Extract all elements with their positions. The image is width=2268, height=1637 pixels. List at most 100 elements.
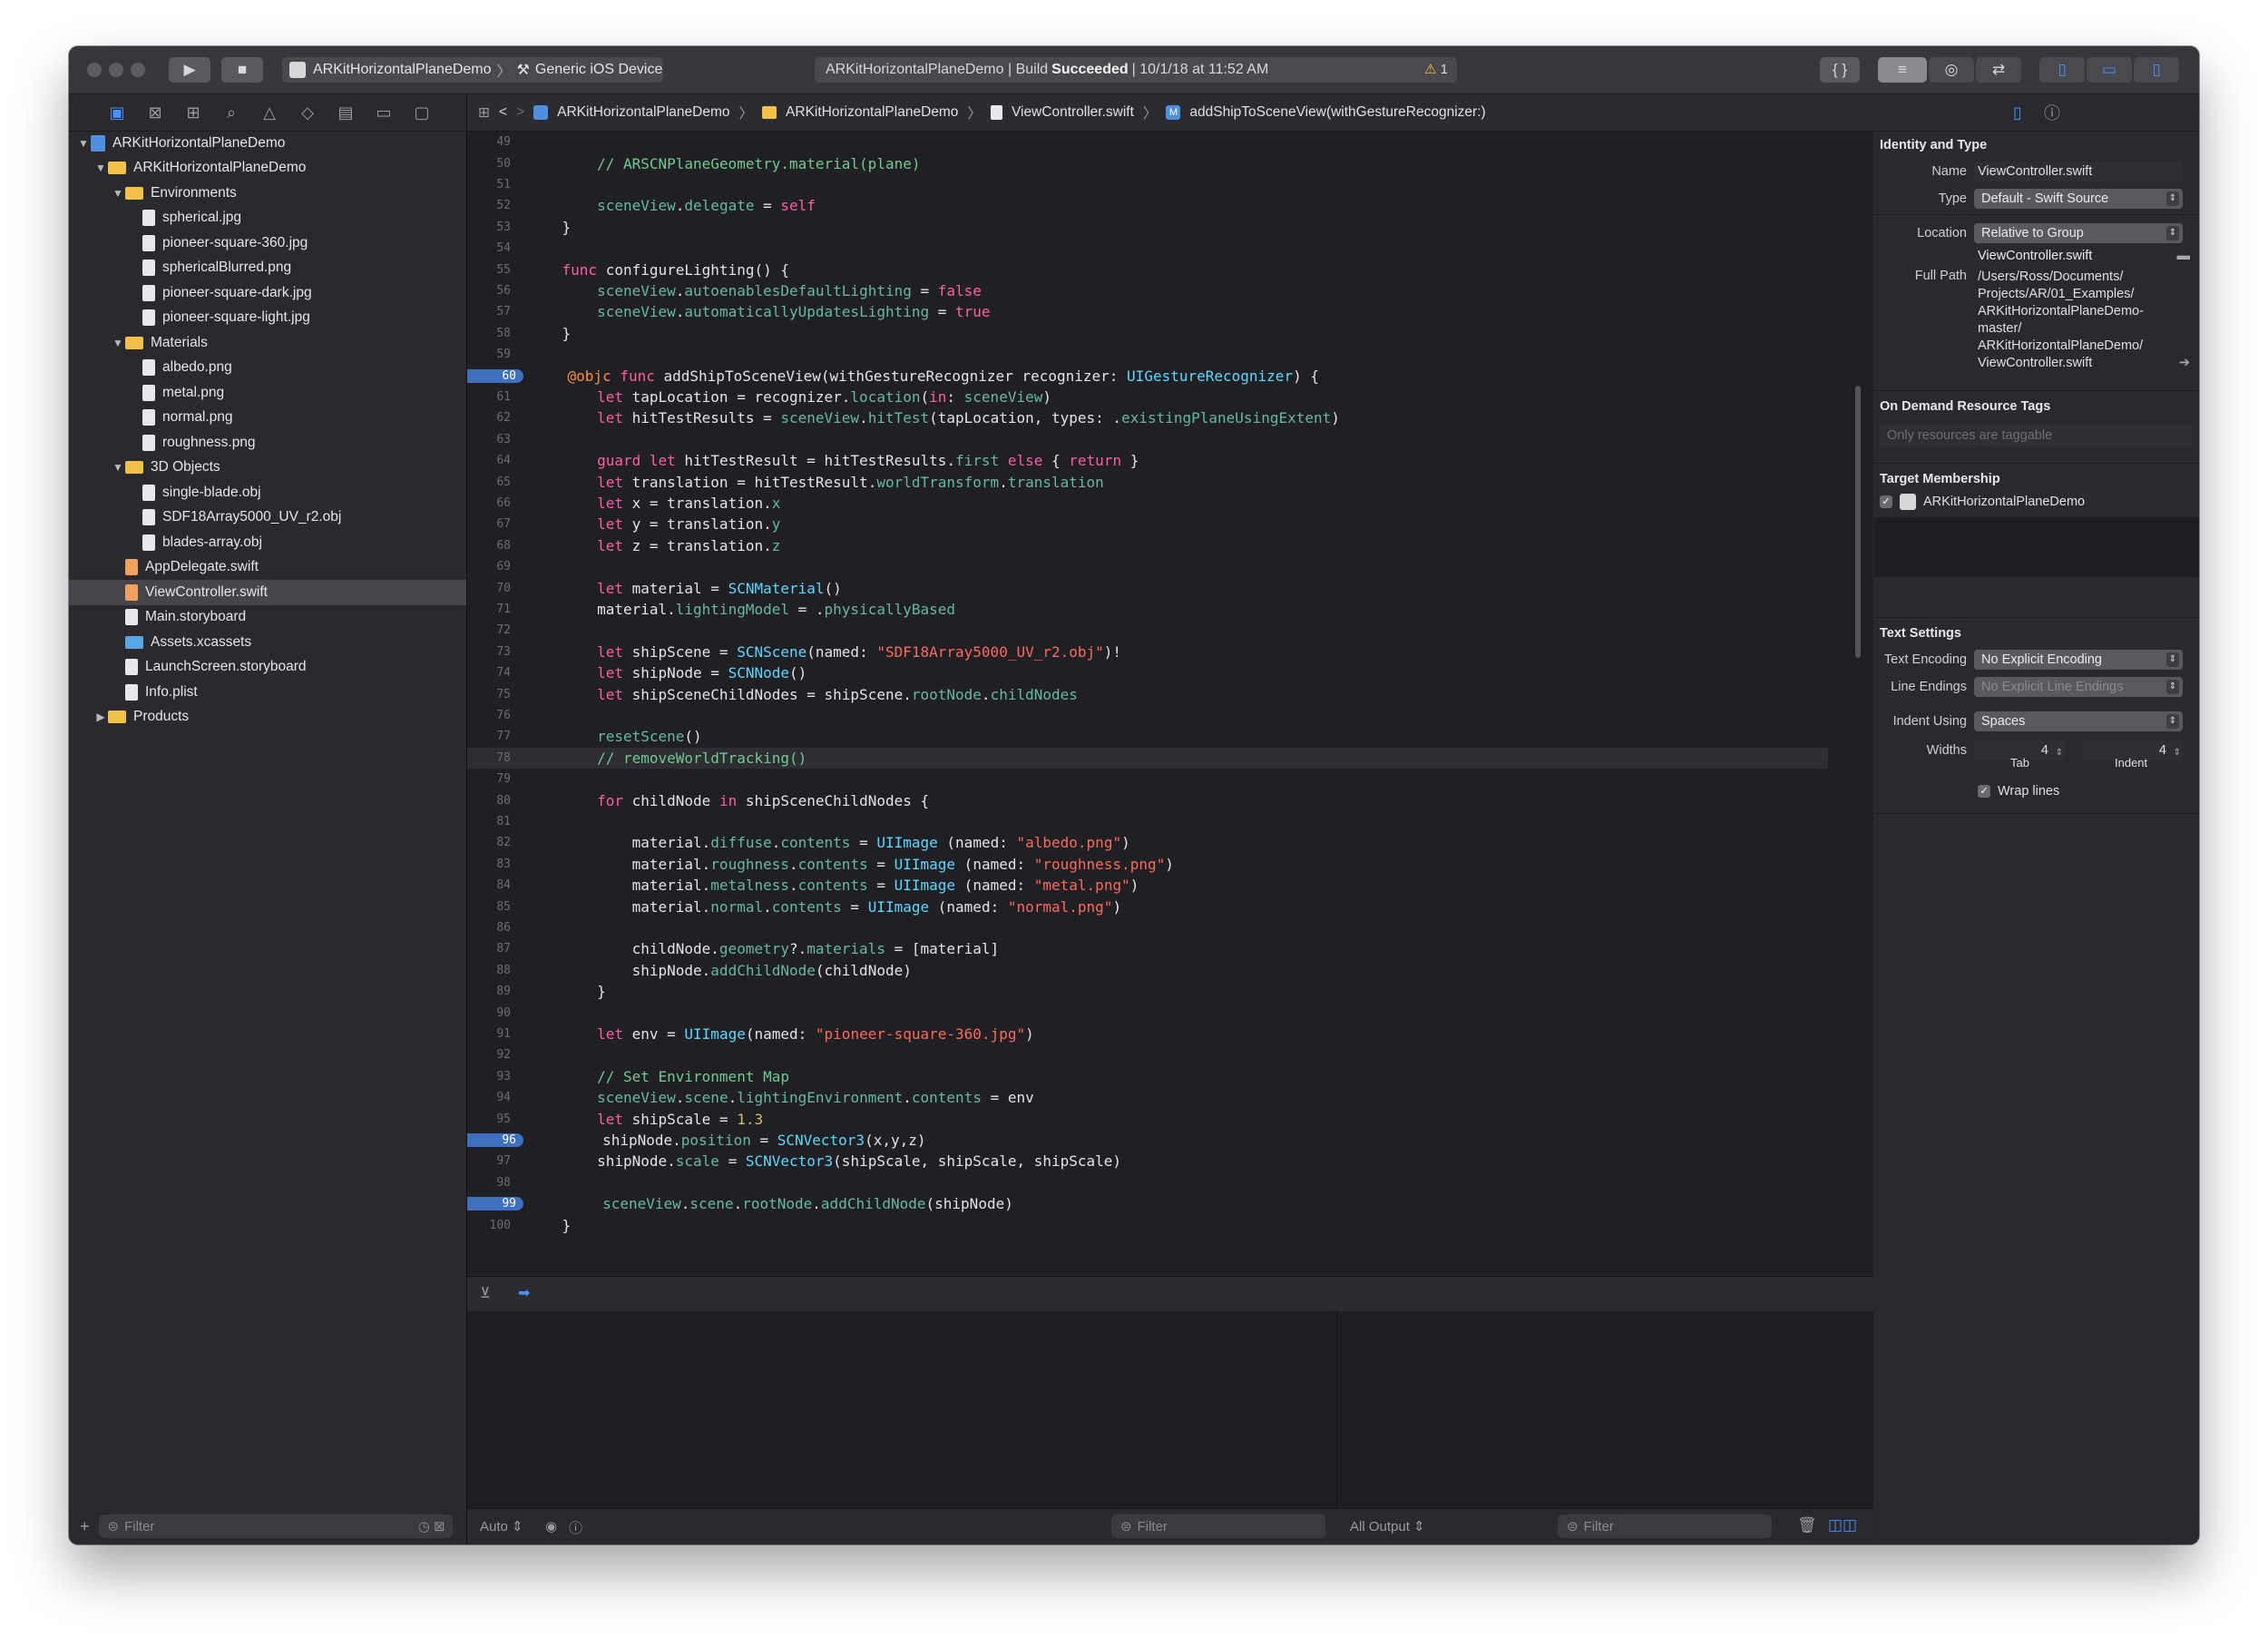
target-checkbox[interactable]: ✓ — [1880, 495, 1892, 508]
disclosure-open-icon[interactable]: ▼ — [76, 137, 91, 150]
jumpbar-group[interactable]: ARKitHorizontalPlaneDemo — [786, 104, 958, 121]
navigator-file-item[interactable]: blades-array.obj — [69, 530, 466, 555]
code-line[interactable]: 53 } — [467, 217, 1828, 238]
line-number[interactable]: 61 — [467, 390, 518, 404]
code-line[interactable]: 89 } — [467, 981, 1828, 1002]
test-icon[interactable]: ◇ — [296, 103, 319, 123]
odr-tags-field[interactable]: Only resources are taggable — [1880, 425, 2192, 446]
line-number[interactable]: 51 — [467, 178, 518, 191]
vertical-scrollbar[interactable] — [1855, 386, 1861, 658]
code-line[interactable]: 84 material.metalness.contents = UIImage… — [467, 875, 1828, 896]
hide-debug-icon[interactable]: ⊻ — [480, 1284, 491, 1302]
info-icon[interactable]: ⓘ — [569, 1518, 582, 1537]
code-line[interactable]: 78 // removeWorldTracking() — [467, 747, 1828, 769]
forward-icon[interactable]: > — [516, 104, 524, 121]
navigator-file-item[interactable]: ViewController.swift — [69, 580, 466, 605]
code-line[interactable]: 94 sceneView.scene.lightingEnvironment.c… — [467, 1087, 1828, 1108]
zoom-window-button[interactable] — [131, 63, 145, 77]
line-number[interactable]: 84 — [467, 878, 518, 892]
line-number[interactable]: 87 — [467, 942, 518, 956]
breakpoints-toggle-icon[interactable]: ➡ — [518, 1284, 530, 1302]
line-number[interactable]: 68 — [467, 539, 518, 553]
back-icon[interactable]: < — [499, 104, 507, 121]
disclosure-open-icon[interactable]: ▼ — [111, 461, 125, 474]
code-line[interactable]: 88 shipNode.addChildNode(childNode) — [467, 960, 1828, 981]
code-line[interactable]: 67 let y = translation.y — [467, 514, 1828, 534]
line-number[interactable]: 70 — [467, 582, 518, 595]
line-number[interactable]: 67 — [467, 517, 518, 531]
symbol-icon[interactable]: ⊞ — [181, 103, 205, 123]
navigator-file-item[interactable]: SDF18Array5000_UV_r2.obj — [69, 505, 466, 531]
code-line[interactable]: 66 let x = translation.x — [467, 493, 1828, 514]
navigator-group-item[interactable]: Assets.xcassets — [69, 630, 466, 655]
file-inspector-icon[interactable]: ▯ — [2013, 103, 2022, 123]
breakpoint-marker[interactable]: 60 — [467, 368, 523, 383]
breakpoint-marker[interactable]: 96 — [467, 1132, 523, 1147]
line-number[interactable]: 91 — [467, 1027, 518, 1041]
code-line[interactable]: 86 — [467, 917, 1828, 938]
code-line[interactable]: 58 } — [467, 323, 1828, 344]
navigator-file-item[interactable]: albedo.png — [69, 356, 466, 381]
line-number[interactable]: 86 — [467, 921, 518, 935]
navigator-file-item[interactable]: roughness.png — [69, 430, 466, 456]
line-number[interactable]: 72 — [467, 623, 518, 637]
line-number[interactable]: 75 — [467, 688, 518, 701]
code-line[interactable]: 92 — [467, 1044, 1828, 1065]
minimize-window-button[interactable] — [109, 63, 123, 77]
line-number[interactable]: 54 — [467, 241, 518, 255]
location-popup[interactable]: Relative to Group ⇕ — [1974, 223, 2183, 243]
line-number[interactable]: 80 — [467, 794, 518, 808]
close-window-button[interactable] — [87, 63, 102, 77]
code-line[interactable]: 90 — [467, 1002, 1828, 1023]
version-editor-button[interactable]: ⇄ — [1976, 57, 2021, 83]
line-number[interactable]: 79 — [467, 772, 518, 786]
line-number[interactable]: 52 — [467, 199, 518, 212]
encoding-popup[interactable]: No Explicit Encoding ⇕ — [1974, 650, 2183, 670]
folder-icon[interactable]: ▣ — [105, 103, 129, 123]
line-number[interactable]: 69 — [467, 560, 518, 573]
line-number[interactable]: 93 — [467, 1070, 518, 1083]
reveal-arrow-icon[interactable]: ➔ — [2179, 356, 2190, 370]
output-selector[interactable]: All Output ⇕ — [1350, 1518, 1425, 1534]
navigator-file-item[interactable]: LaunchScreen.storyboard — [69, 655, 466, 681]
add-icon[interactable]: + — [80, 1517, 90, 1536]
library-button[interactable]: { } — [1820, 57, 1860, 83]
code-line[interactable]: 56 sceneView.autoenablesDefaultLighting … — [467, 280, 1828, 301]
auto-selector[interactable]: Auto ⇕ — [480, 1518, 523, 1534]
line-number[interactable]: 83 — [467, 858, 518, 871]
stop-button[interactable]: ■ — [221, 57, 263, 83]
navigator-group-item[interactable]: ▼ Materials — [69, 330, 466, 356]
navigator-group-item[interactable]: ▼ ARKitHorizontalPlaneDemo — [69, 156, 466, 181]
disclosure-open-icon[interactable]: ▼ — [111, 337, 125, 349]
disclosure-open-icon[interactable]: ▼ — [111, 187, 125, 200]
code-line[interactable]: 52 sceneView.delegate = self — [467, 195, 1828, 216]
code-line[interactable]: 70 let material = SCNMaterial() — [467, 577, 1828, 598]
console-filter-input[interactable]: ⊜ Filter — [1558, 1514, 1772, 1538]
name-field[interactable]: ViewController.swift — [1974, 162, 2183, 181]
line-number[interactable]: 98 — [467, 1176, 518, 1190]
breakpoint-icon[interactable]: ▭ — [372, 103, 396, 123]
navigator-group-item[interactable]: ▼ Environments — [69, 181, 466, 206]
toggle-navigator-button[interactable]: ▯ — [2039, 57, 2085, 83]
navigator-group-item[interactable]: ▶ Products — [69, 705, 466, 730]
code-line[interactable]: 55 func configureLighting() { — [467, 259, 1828, 279]
disclosure-closed-icon[interactable]: ▶ — [93, 711, 108, 723]
code-line[interactable]: 99 sceneView.scene.rootNode.addChildNode… — [467, 1193, 1828, 1214]
code-line[interactable]: 49 — [467, 132, 1828, 152]
code-line[interactable]: 72 — [467, 620, 1828, 641]
variables-filter-input[interactable]: ⊜ Filter — [1111, 1514, 1325, 1538]
code-line[interactable]: 61 let tapLocation = recognizer.location… — [467, 387, 1828, 407]
navigator-group-item[interactable]: ▼ ARKitHorizontalPlaneDemo — [69, 131, 466, 156]
navigator-file-item[interactable]: sphericalBlurred.png — [69, 256, 466, 281]
code-line[interactable]: 59 — [467, 344, 1828, 365]
line-number[interactable]: 74 — [467, 666, 518, 680]
code-line[interactable]: 64 guard let hitTestResult = hitTestResu… — [467, 450, 1828, 471]
code-line[interactable]: 51 — [467, 174, 1828, 195]
navigator-group-item[interactable]: ▼ 3D Objects — [69, 456, 466, 481]
line-number[interactable]: 76 — [467, 709, 518, 722]
code-line[interactable]: 83 material.roughness.contents = UIImage… — [467, 854, 1828, 875]
line-number[interactable]: 59 — [467, 348, 518, 361]
run-button[interactable]: ▶ — [169, 57, 210, 83]
navigator-file-item[interactable]: single-blade.obj — [69, 480, 466, 505]
breakpoint-marker[interactable]: 99 — [467, 1197, 523, 1211]
